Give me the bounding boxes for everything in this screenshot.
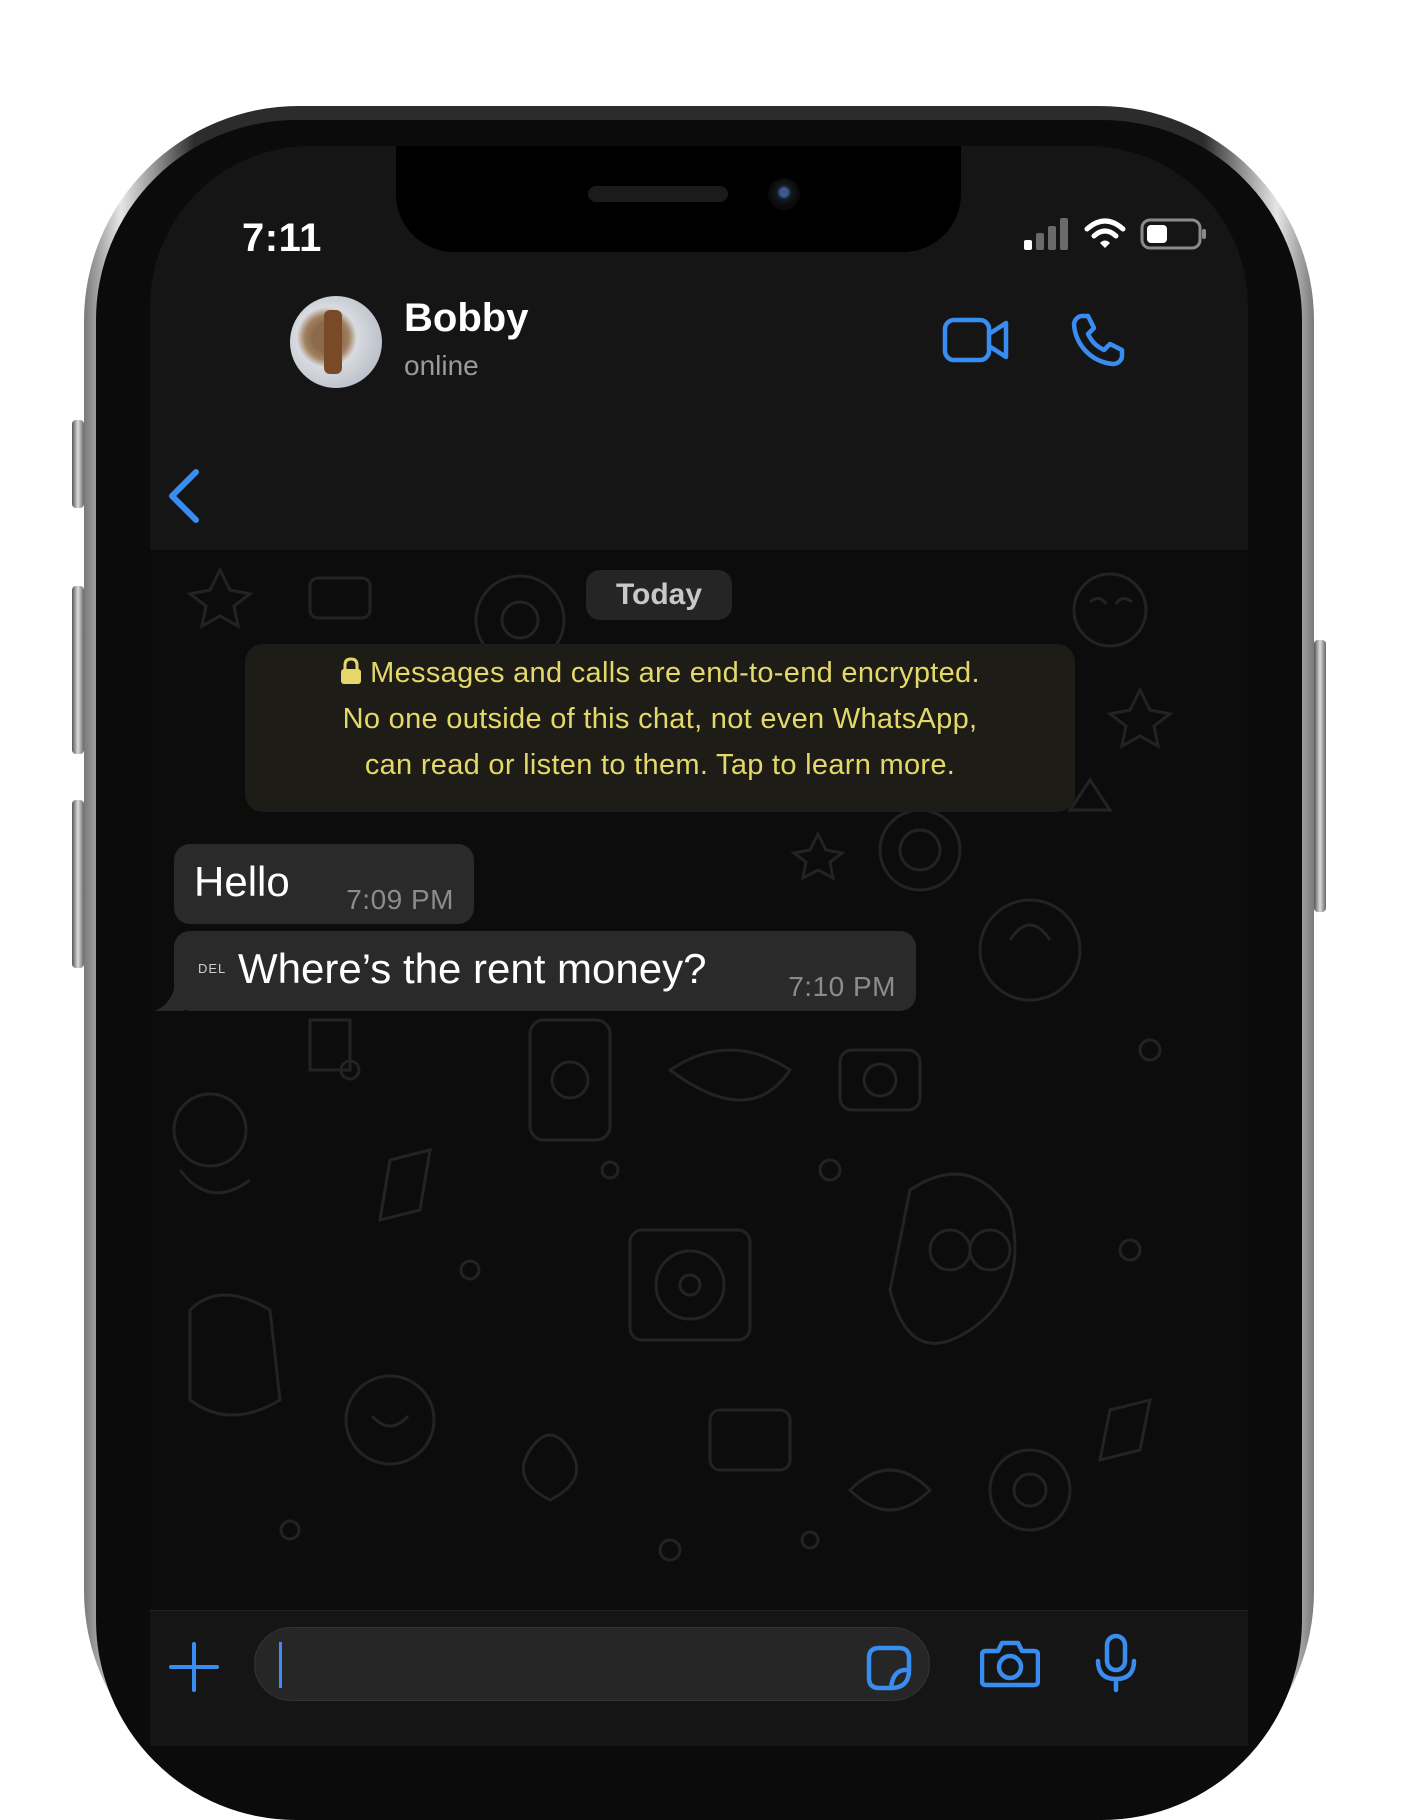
video-camera-icon <box>942 317 1009 363</box>
date-label: Today <box>586 570 732 620</box>
power-button <box>1314 640 1326 912</box>
cellular-signal-icon <box>1024 218 1070 255</box>
message-time: 7:09 PM <box>346 884 454 915</box>
message-time: 7:10 PM <box>788 971 896 1002</box>
lock-icon <box>341 657 362 684</box>
status-icons <box>1024 218 1208 255</box>
avatar[interactable] <box>290 296 382 388</box>
contact-status: online <box>404 350 479 381</box>
input-bar <box>150 1610 1248 1746</box>
voice-call-button[interactable] <box>1070 312 1126 373</box>
phone-icon <box>1071 313 1125 367</box>
attach-button[interactable] <box>168 1641 220 1698</box>
message-tag: DEL <box>198 961 227 976</box>
volume-up-button <box>72 586 84 754</box>
mute-switch <box>72 420 84 508</box>
text-caret <box>279 1642 282 1688</box>
microphone-icon <box>1095 1633 1137 1693</box>
contact-name[interactable]: Bobby <box>404 296 528 341</box>
camera-icon <box>979 1640 1041 1688</box>
earpiece-speaker <box>588 186 728 202</box>
encryption-line-3: can read or listen to them. Tap to learn… <box>364 749 956 781</box>
encryption-text-1: Messages and calls are end-to-end encryp… <box>370 657 980 689</box>
message-bubble[interactable]: Hello 7:09 PM <box>174 844 474 924</box>
microphone-button[interactable] <box>1094 1633 1138 1698</box>
volume-down-button <box>72 800 84 968</box>
status-time: 7:11 <box>242 216 322 260</box>
chat-header: Bobby online <box>150 296 1248 551</box>
avatar-figure <box>324 310 342 374</box>
message-text: Hello <box>194 858 290 905</box>
encryption-notice[interactable]: Messages and calls are end-to-end encryp… <box>245 644 1075 812</box>
chat-area[interactable]: Today Messages and calls are end-to-end … <box>150 550 1248 1610</box>
wifi-icon <box>1084 218 1126 255</box>
plus-icon <box>169 1642 219 1692</box>
sticker-button[interactable] <box>865 1644 913 1697</box>
message-input[interactable] <box>254 1627 930 1701</box>
sticker-icon <box>866 1645 912 1691</box>
chevron-left-icon <box>169 469 199 523</box>
message-bubble[interactable]: DEL Where’s the rent money? 7:10 PM <box>154 931 916 1011</box>
encryption-line-1: Messages and calls are end-to-end encryp… <box>245 650 1075 696</box>
front-camera <box>768 178 800 210</box>
battery-icon <box>1140 218 1208 255</box>
phone-screen: 7:11 Bobby online Today Messages and cal… <box>150 146 1248 1746</box>
bubble-tail <box>154 981 184 1011</box>
encryption-line-2: No one outside of this chat, not even Wh… <box>342 703 978 735</box>
video-call-button[interactable] <box>942 316 1010 371</box>
back-button[interactable] <box>164 466 204 526</box>
message-text: Where’s the rent money? <box>238 945 707 992</box>
